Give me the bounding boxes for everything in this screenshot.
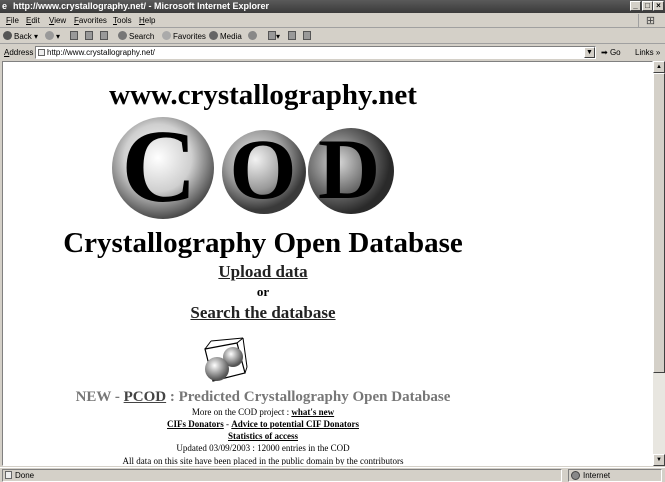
back-label: Back: [14, 32, 32, 41]
more-line: More on the COD project : what's new: [3, 407, 523, 417]
or-text: or: [256, 284, 270, 299]
pcod-crystal-icon[interactable]: [201, 337, 249, 387]
address-url: http://www.crystallography.net/: [47, 48, 155, 57]
edit-button[interactable]: [303, 29, 311, 44]
menu-favorites[interactable]: Favorites: [74, 13, 107, 28]
favorites-label: Favorites: [173, 32, 206, 41]
browser-window: e http://www.crystallography.net/ - Micr…: [0, 0, 665, 482]
logo-letter-d: D: [318, 121, 380, 217]
mail-icon: [268, 31, 276, 40]
cod-logo: C O D: [112, 114, 394, 221]
menu-view[interactable]: View: [49, 13, 66, 28]
minimize-button[interactable]: _: [630, 1, 641, 11]
print-icon: [288, 31, 296, 40]
pcod-suffix: : Predicted Crystallography Open Databas…: [166, 389, 451, 405]
edit-icon: [303, 31, 311, 40]
close-button[interactable]: ×: [653, 1, 664, 11]
mail-button[interactable]: ▾: [268, 29, 280, 44]
scroll-down-arrow[interactable]: ▼: [653, 454, 665, 466]
back-arrow-icon: [3, 31, 12, 40]
logo-letter-c: C: [121, 114, 196, 221]
print-button[interactable]: [288, 29, 296, 44]
title-bar: e http://www.crystallography.net/ - Micr…: [0, 0, 665, 13]
menu-edit[interactable]: Edit: [26, 13, 40, 28]
scroll-up-arrow[interactable]: ▲: [653, 61, 665, 73]
cifs-donators-link[interactable]: CIFs Donators: [167, 419, 224, 429]
pcod-prefix: NEW -: [75, 389, 124, 405]
go-button[interactable]: ➡ Go: [601, 45, 621, 60]
internet-zone-icon: [571, 471, 580, 480]
address-bar: Address http://www.crystallography.net/ …: [0, 45, 665, 60]
page-icon: [38, 49, 45, 56]
site-url-heading: www.crystallography.net: [109, 79, 417, 111]
home-button[interactable]: [100, 29, 108, 44]
links-label: Links: [635, 48, 654, 57]
media-button[interactable]: Media: [209, 29, 242, 44]
scroll-thumb[interactable]: [653, 73, 665, 373]
window-title: http://www.crystallography.net/ - Micros…: [13, 1, 270, 11]
zone-text: Internet: [583, 471, 611, 480]
status-text: Done: [15, 471, 35, 480]
links-button[interactable]: Links »: [635, 45, 660, 60]
search-button[interactable]: Search: [118, 29, 154, 44]
search-icon: [118, 31, 127, 40]
home-icon: [100, 31, 108, 40]
public-domain-text: All data on this site have been placed i…: [122, 456, 404, 466]
page-done-icon: [5, 471, 12, 479]
address-dropdown-button[interactable]: ▼: [584, 47, 595, 58]
history-icon: [248, 31, 257, 40]
menu-bar: File Edit View Favorites Tools Help: [0, 13, 665, 28]
status-bar: Done Internet: [0, 467, 665, 482]
media-icon: [209, 31, 218, 40]
security-zone-panel: Internet: [568, 469, 662, 482]
go-label: Go: [609, 48, 621, 57]
more-text: More on the COD project :: [191, 407, 292, 417]
ie-icon: e: [2, 1, 8, 11]
history-button[interactable]: [248, 29, 259, 44]
advice-donators-link[interactable]: Advice to potential CIF Donators: [231, 419, 359, 429]
refresh-icon: [85, 31, 93, 40]
media-label: Media: [220, 32, 242, 41]
stats-line: Statistics of access: [3, 431, 523, 441]
menu-help[interactable]: Help: [139, 13, 155, 28]
menu-file[interactable]: File: [6, 13, 19, 28]
statistics-link[interactable]: Statistics of access: [228, 431, 298, 441]
page-content: www.crystallography.net C O D Crystallog…: [2, 61, 653, 466]
upload-data-link[interactable]: Upload data: [3, 262, 523, 282]
forward-arrow-icon: [45, 31, 54, 40]
search-label: Search: [129, 32, 155, 41]
pcod-link[interactable]: PCOD: [124, 389, 167, 405]
address-label: Address: [4, 48, 34, 57]
maximize-button[interactable]: □: [642, 1, 653, 11]
status-text-panel: Done: [2, 469, 562, 482]
forward-button[interactable]: ▾: [45, 29, 60, 44]
search-database-link[interactable]: Search the database: [3, 303, 523, 323]
updated-text: Updated 03/09/2003 : 12000 entries in th…: [176, 443, 350, 453]
stop-icon: [70, 31, 78, 40]
favorites-button[interactable]: Favorites: [162, 29, 206, 44]
windows-logo-icon: ⊞: [638, 14, 662, 28]
menu-tools[interactable]: Tools: [113, 13, 132, 28]
database-title: Crystallography Open Database: [63, 227, 463, 259]
refresh-button[interactable]: [85, 29, 93, 44]
whats-new-link[interactable]: what's new: [291, 407, 334, 417]
back-button[interactable]: Back ▾: [3, 29, 38, 44]
donators-line: CIFs Donators - Advice to potential CIF …: [3, 419, 523, 429]
address-input[interactable]: http://www.crystallography.net/: [35, 46, 596, 59]
stop-button[interactable]: [70, 29, 78, 44]
pcod-line: NEW - PCOD : Predicted Crystallography O…: [3, 389, 523, 406]
vertical-scrollbar[interactable]: ▲ ▼: [653, 61, 665, 466]
logo-letter-o: O: [230, 121, 297, 217]
star-icon: [162, 31, 171, 40]
toolbar: Back ▾ ▾ Search Favorites Media ▾: [0, 29, 665, 44]
